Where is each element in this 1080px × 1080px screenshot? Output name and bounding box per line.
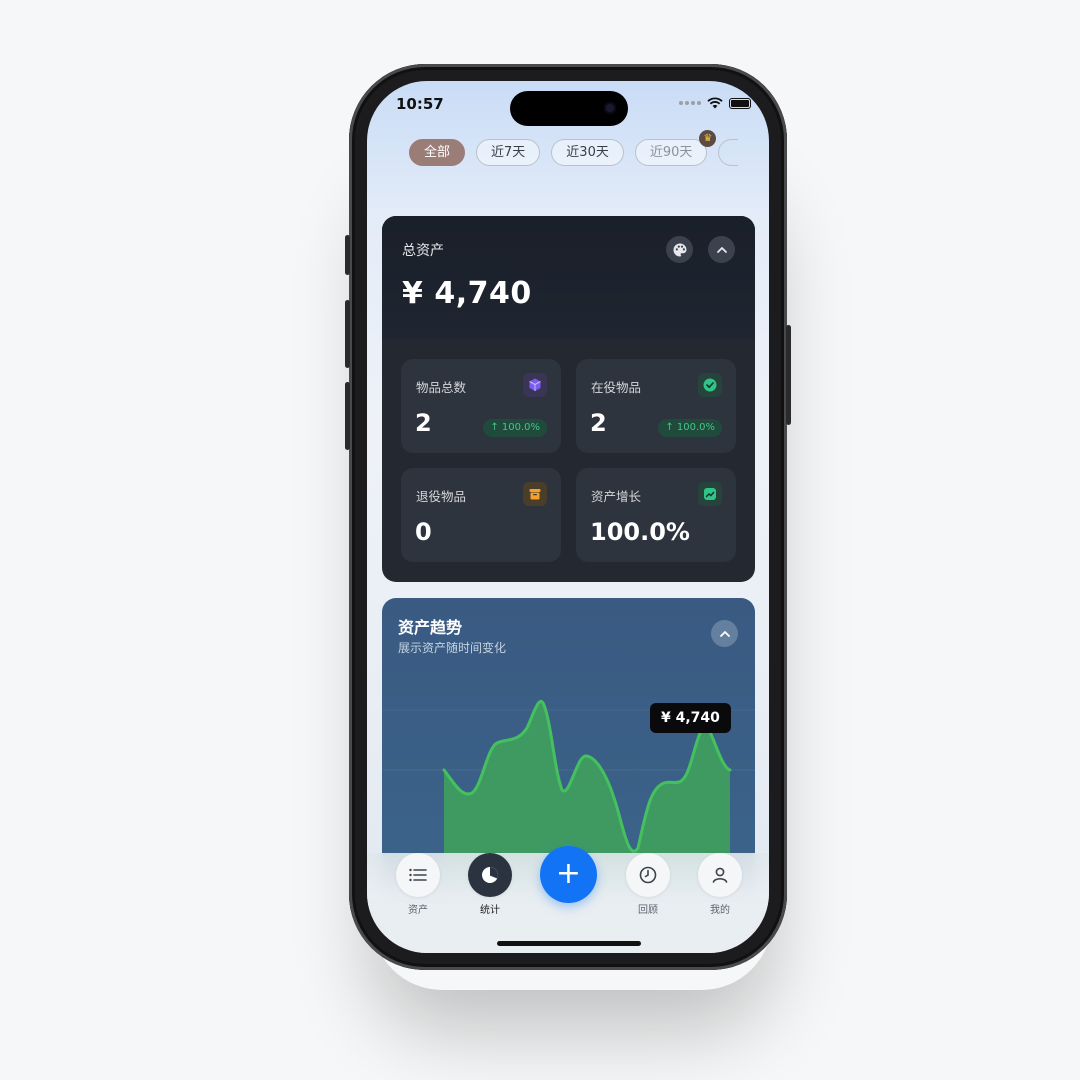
phone-screen: 10:57 全部 近7天 近30天 近90天 ♛ 总资产 ¥ 4,740 物品总… xyxy=(367,81,769,953)
chevron-up-icon xyxy=(716,246,727,253)
dynamic-island xyxy=(510,91,628,126)
camera-icon xyxy=(604,102,616,114)
volume-down-button xyxy=(345,382,350,450)
total-assets-card: 总资产 ¥ 4,740 物品总数 2 ↑ 100.0% 在役物品 2 ↑ 100… xyxy=(382,216,755,582)
growth-badge: ↑ 100.0% xyxy=(658,419,722,437)
stat-label: 在役物品 xyxy=(591,380,642,395)
tab-label: 统计 xyxy=(480,905,500,916)
add-item-button[interactable]: + xyxy=(540,846,597,903)
tab-label: 我的 xyxy=(710,905,730,916)
tab-assets[interactable]: 资产 xyxy=(394,853,442,916)
tab-label: 资产 xyxy=(408,905,428,916)
tab-review[interactable]: 回顾 xyxy=(624,853,672,916)
signal-icon xyxy=(679,101,701,105)
list-icon xyxy=(409,868,427,882)
stat-label: 资产增长 xyxy=(591,489,642,504)
filter-7-days[interactable]: 近7天 xyxy=(476,139,541,166)
stat-value: 0 xyxy=(415,518,432,546)
status-icons xyxy=(679,97,751,109)
trend-tooltip: ¥ 4,740 xyxy=(650,703,731,733)
wifi-icon xyxy=(707,97,723,109)
tab-stats[interactable]: 统计 xyxy=(466,853,514,916)
total-assets-value: ¥ 4,740 xyxy=(402,276,532,311)
check-circle-icon xyxy=(698,373,722,397)
user-icon xyxy=(712,867,728,883)
palette-icon xyxy=(673,243,686,256)
filter-90-days[interactable]: 近90天 xyxy=(634,139,708,166)
home-indicator xyxy=(497,941,641,946)
filter-90-days-wrap: 近90天 ♛ xyxy=(634,130,717,166)
cube-icon xyxy=(523,373,547,397)
total-assets-title: 总资产 xyxy=(402,243,444,259)
stat-value: 2 xyxy=(415,409,432,437)
stat-label: 物品总数 xyxy=(416,380,467,395)
stat-value: 100.0% xyxy=(590,518,690,546)
stat-value: 2 xyxy=(590,409,607,437)
stat-label: 退役物品 xyxy=(416,489,467,504)
collapse-assets-button[interactable] xyxy=(708,236,735,263)
stat-asset-growth[interactable]: 资产增长 100.0% xyxy=(576,468,736,562)
pie-chart-icon xyxy=(482,867,498,883)
total-assets-header: 总资产 ¥ 4,740 xyxy=(382,216,755,339)
bottom-tab-bar: 资产 统计 + 回顾 我的 xyxy=(367,846,769,953)
power-button xyxy=(786,325,791,425)
status-time: 10:57 xyxy=(396,95,444,113)
time-filter-bar: 全部 近7天 近30天 近90天 ♛ xyxy=(409,130,739,166)
growth-badge: ↑ 100.0% xyxy=(483,419,547,437)
tab-label: 回顾 xyxy=(638,905,658,916)
crown-icon: ♛ xyxy=(699,130,717,147)
action-button xyxy=(345,235,350,275)
trend-up-icon xyxy=(698,482,722,506)
filter-all[interactable]: 全部 xyxy=(409,139,466,166)
archive-box-icon xyxy=(523,482,547,506)
battery-icon xyxy=(729,97,751,109)
filter-30-days[interactable]: 近30天 xyxy=(551,139,624,166)
stat-active-items[interactable]: 在役物品 2 ↑ 100.0% xyxy=(576,359,736,453)
stat-retired-items[interactable]: 退役物品 0 xyxy=(401,468,561,562)
stat-total-items[interactable]: 物品总数 2 ↑ 100.0% xyxy=(401,359,561,453)
filter-more-edge[interactable] xyxy=(718,139,739,166)
volume-up-button xyxy=(345,300,350,368)
clock-icon xyxy=(639,866,657,884)
palette-button[interactable] xyxy=(666,236,693,263)
tab-profile[interactable]: 我的 xyxy=(696,853,744,916)
